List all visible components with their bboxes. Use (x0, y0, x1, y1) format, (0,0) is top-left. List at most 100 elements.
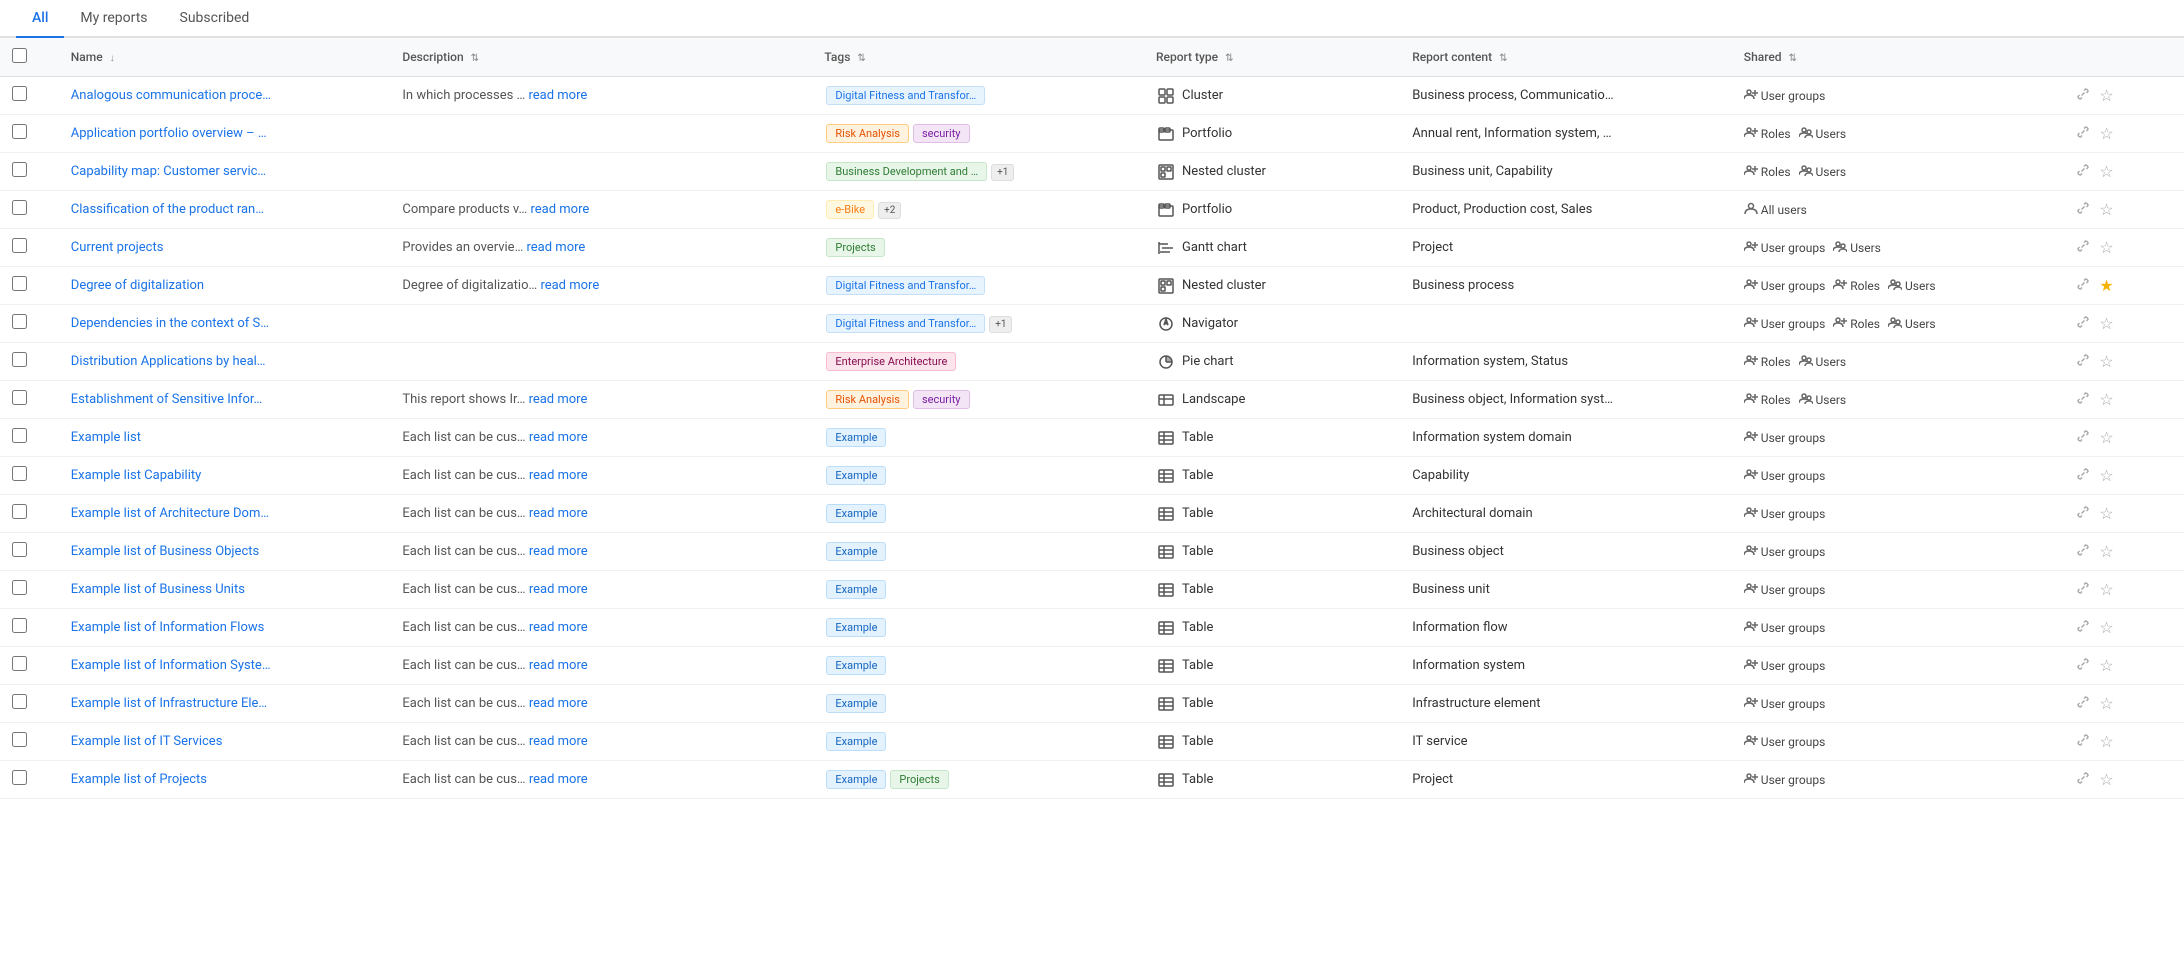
link-icon[interactable] (2075, 618, 2091, 638)
tag-badge[interactable]: Example (826, 618, 886, 637)
link-icon[interactable] (2075, 352, 2091, 372)
row-checkbox-8[interactable] (12, 390, 27, 405)
report-name-link[interactable]: Dependencies in the context of S… (71, 316, 269, 331)
tag-more-badge[interactable]: +1 (989, 316, 1012, 333)
report-name-link[interactable]: Example list of Infrastructure Ele… (71, 696, 267, 711)
link-icon[interactable] (2075, 580, 2091, 600)
tab-my-reports[interactable]: My reports (64, 0, 163, 38)
tag-badge[interactable]: Example (826, 656, 886, 675)
row-checkbox-2[interactable] (12, 162, 27, 177)
read-more-link[interactable]: read more (529, 392, 588, 407)
read-more-link[interactable]: read more (529, 544, 588, 559)
read-more-link[interactable]: read more (529, 582, 588, 597)
link-icon[interactable] (2075, 276, 2091, 296)
header-shared[interactable]: Shared ⇅ (1732, 38, 2064, 77)
row-checkbox-6[interactable] (12, 314, 27, 329)
link-icon[interactable] (2075, 504, 2091, 524)
star-icon[interactable]: ☆ (2099, 162, 2113, 181)
link-icon[interactable] (2075, 162, 2091, 182)
tag-badge[interactable]: Example (826, 504, 886, 523)
tag-badge[interactable]: Projects (826, 238, 884, 257)
tag-badge[interactable]: Example (826, 542, 886, 561)
link-icon[interactable] (2075, 238, 2091, 258)
row-checkbox-13[interactable] (12, 580, 27, 595)
link-icon[interactable] (2075, 466, 2091, 486)
row-checkbox-10[interactable] (12, 466, 27, 481)
star-icon[interactable]: ☆ (2099, 656, 2113, 675)
read-more-link[interactable]: read more (530, 202, 589, 217)
read-more-link[interactable]: read more (540, 278, 599, 293)
tag-badge[interactable]: Example (826, 466, 886, 485)
row-checkbox-7[interactable] (12, 352, 27, 367)
header-tags[interactable]: Tags ⇅ (812, 38, 1144, 77)
star-icon[interactable]: ☆ (2099, 200, 2113, 219)
report-name-link[interactable]: Degree of digitalization (71, 278, 204, 293)
row-checkbox-0[interactable] (12, 86, 27, 101)
tag-badge[interactable]: Example (826, 694, 886, 713)
report-name-link[interactable]: Application portfolio overview – … (71, 126, 267, 141)
star-icon[interactable]: ☆ (2099, 390, 2113, 409)
report-name-link[interactable]: Establishment of Sensitive Infor… (71, 392, 262, 407)
read-more-link[interactable]: read more (529, 696, 588, 711)
tag-badge[interactable]: Digital Fitness and Transfor… (826, 86, 985, 105)
link-icon[interactable] (2075, 656, 2091, 676)
star-icon[interactable]: ☆ (2099, 86, 2113, 105)
read-more-link[interactable]: read more (529, 430, 588, 445)
report-name-link[interactable]: Classification of the product ran… (71, 202, 264, 217)
tag-badge[interactable]: security (913, 124, 970, 143)
star-icon[interactable]: ☆ (2099, 770, 2113, 789)
header-report-type[interactable]: Report type ⇅ (1144, 38, 1400, 77)
report-name-link[interactable]: Example list Capability (71, 468, 202, 483)
tag-badge[interactable]: security (913, 390, 970, 409)
read-more-link[interactable]: read more (529, 734, 588, 749)
report-name-link[interactable]: Distribution Applications by heal… (71, 354, 266, 369)
report-name-link[interactable]: Capability map: Customer servic… (71, 164, 266, 179)
star-icon[interactable]: ☆ (2099, 124, 2113, 143)
header-name[interactable]: Name ↓ (59, 38, 391, 77)
link-icon[interactable] (2075, 390, 2091, 410)
tag-badge[interactable]: Example (826, 732, 886, 751)
report-name-link[interactable]: Example list of Business Units (71, 582, 245, 597)
tag-badge[interactable]: Business Development and … (826, 162, 987, 181)
report-name-link[interactable]: Example list of Information Flows (71, 620, 265, 635)
star-icon[interactable]: ☆ (2099, 732, 2113, 751)
link-icon[interactable] (2075, 314, 2091, 334)
link-icon[interactable] (2075, 694, 2091, 714)
link-icon[interactable] (2075, 200, 2091, 220)
read-more-link[interactable]: read more (529, 772, 588, 787)
link-icon[interactable] (2075, 770, 2091, 790)
row-checkbox-4[interactable] (12, 238, 27, 253)
row-checkbox-9[interactable] (12, 428, 27, 443)
row-checkbox-3[interactable] (12, 200, 27, 215)
row-checkbox-16[interactable] (12, 694, 27, 709)
tag-badge[interactable]: e-Bike (826, 200, 874, 219)
report-name-link[interactable]: Current projects (71, 240, 164, 255)
report-name-link[interactable]: Example list of Business Objects (71, 544, 259, 559)
star-icon[interactable]: ☆ (2099, 238, 2113, 257)
tag-badge[interactable]: Example (826, 580, 886, 599)
read-more-link[interactable]: read more (529, 468, 588, 483)
link-icon[interactable] (2075, 542, 2091, 562)
tag-more-badge[interactable]: +2 (878, 202, 901, 219)
tab-subscribed[interactable]: Subscribed (164, 0, 266, 38)
star-icon[interactable]: ★ (2099, 276, 2113, 295)
report-name-link[interactable]: Example list of Projects (71, 772, 207, 787)
tag-badge[interactable]: Example (826, 428, 886, 447)
row-checkbox-5[interactable] (12, 276, 27, 291)
row-checkbox-14[interactable] (12, 618, 27, 633)
link-icon[interactable] (2075, 124, 2091, 144)
star-icon[interactable]: ☆ (2099, 504, 2113, 523)
read-more-link[interactable]: read more (527, 240, 586, 255)
report-name-link[interactable]: Example list of Information Syste… (71, 658, 271, 673)
star-icon[interactable]: ☆ (2099, 352, 2113, 371)
row-checkbox-17[interactable] (12, 732, 27, 747)
tag-badge[interactable]: Risk Analysis (826, 124, 909, 143)
read-more-link[interactable]: read more (528, 88, 587, 103)
tag-badge[interactable]: Digital Fitness and Transfor… (826, 314, 985, 333)
tab-all[interactable]: All (16, 0, 64, 38)
tag-badge[interactable]: Digital Fitness and Transfor… (826, 276, 985, 295)
row-checkbox-15[interactable] (12, 656, 27, 671)
star-icon[interactable]: ☆ (2099, 314, 2113, 333)
link-icon[interactable] (2075, 86, 2091, 106)
report-name-link[interactable]: Example list of Architecture Dom… (71, 506, 269, 521)
